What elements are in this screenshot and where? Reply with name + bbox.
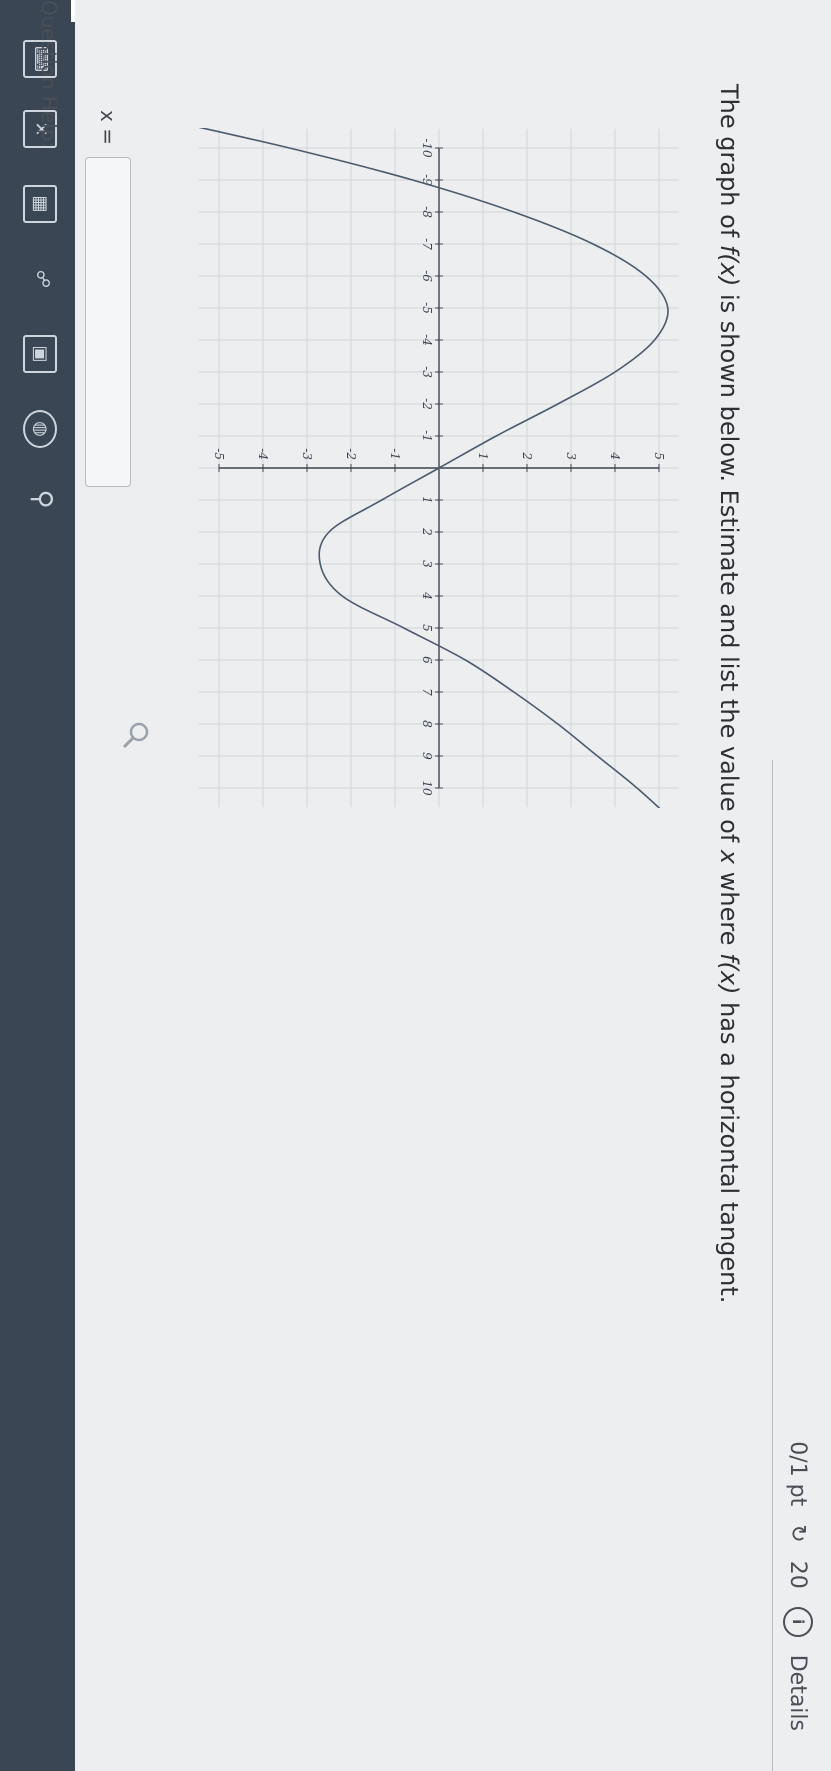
retries-count: 20 [785,1560,811,1589]
question-part: is shown below. Estimate and list the va… [715,286,743,850]
window-icon[interactable]: ▣ [23,335,57,373]
x-tick-label: -8 [420,206,434,218]
y-tick-label: -2 [344,448,358,460]
y-tick-label: -4 [256,448,270,460]
x-tick-label: 10 [420,780,434,796]
details-link[interactable]: Details [786,1655,811,1731]
question-meta: 0/1 pt ↻ 20 i Details [783,1441,813,1731]
answer-label: x = [96,110,120,145]
search-icon[interactable]: ⚲ [23,480,57,518]
x-tick-label: 9 [420,752,434,760]
x-tick-label: 3 [420,560,434,568]
answer-row: x = [85,110,131,487]
y-tick-label: -3 [300,448,314,460]
y-tick-label: -1 [388,448,402,460]
grid-icon[interactable]: ▦ [23,185,57,223]
users-icon[interactable]: ☍ [23,260,57,298]
y-tick-label: 5 [652,452,666,460]
y-tick-label: 4 [608,451,622,460]
x-tick-label: -3 [420,366,434,378]
y-tick-label: 2 [520,451,534,460]
x-tick-label: 6 [420,656,434,664]
x-tick-label: -10 [420,138,434,158]
retry-icon: ↻ [785,1524,811,1543]
x-tick-label: 8 [420,720,434,728]
answer-input[interactable] [85,156,131,487]
question-x: x [715,849,743,865]
question-part: where [715,864,743,954]
function-graph: -10-9-8-7-6-5-4-3-2-112345678910-5 -4 -3 -2… [199,128,679,808]
header-divider [772,760,773,1771]
magnify-icon[interactable] [121,720,151,750]
x-tick-label: 7 [420,688,434,696]
x-tick-label: 2 [420,527,434,536]
x-tick-label: -6 [420,270,434,282]
question-part: has a horizontal tangent. [715,994,743,1304]
x-tick-label: -7 [420,238,434,250]
y-tick-label: 1 [476,452,490,460]
globe-icon[interactable]: ◍ [23,410,57,448]
question-fx: f(x) [715,953,743,995]
x-tick-label: 4 [420,591,434,600]
y-tick-label: 3 [564,452,578,460]
question-text: The graph of f(x) is shown below. Estima… [715,84,743,1684]
x-tick-label: -2 [420,398,434,410]
question-help: Question Help: [37,0,61,148]
score-text: 0/1 pt [785,1441,811,1507]
y-tick-label: -5 [212,448,226,460]
help-label: Question Help: [37,0,61,149]
x-tick-label: -4 [420,334,434,346]
question-fx: f(x) [715,244,743,287]
x-tick-label: 1 [420,496,434,504]
x-tick-label: 5 [420,624,434,632]
active-tab-indicator [71,0,75,22]
toolbar: ⌨ ✕ ▦ ☍ ▣ ◍ ⚲ [0,0,75,1771]
x-tick-label: -5 [420,302,434,314]
question-part: The graph of [715,84,743,245]
x-tick-label: -1 [420,430,434,442]
info-icon[interactable]: i [783,1606,813,1637]
